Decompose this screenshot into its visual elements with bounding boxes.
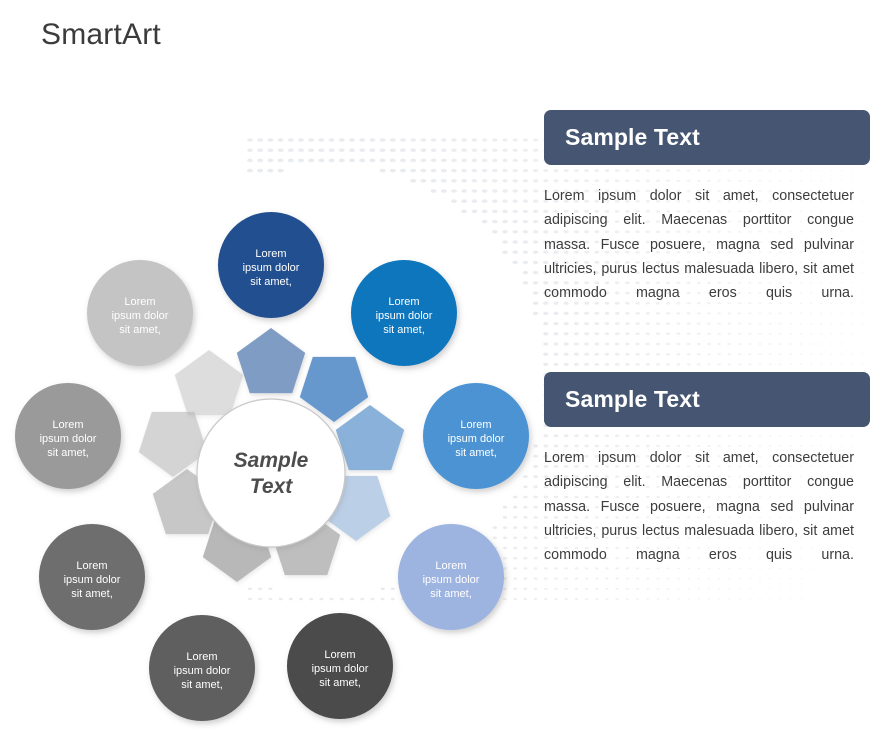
node-top[interactable]: Lorem ipsum dolor sit amet, <box>218 212 324 318</box>
node-right[interactable]: Lorem ipsum dolor sit amet, <box>423 383 529 489</box>
node-upper-left[interactable]: Lorem ipsum dolor sit amet, <box>87 260 193 366</box>
section-1-body-text: Lorem ipsum dolor sit amet, consectetuer… <box>544 188 854 302</box>
node-lower-right[interactable]: Lorem ipsum dolor sit amet, <box>398 524 504 630</box>
section-2-heading-text: Sample Text <box>565 386 700 412</box>
text-panel: Sample Text Lorem ipsum dolor sit amet, … <box>544 0 870 653</box>
center-node: Sample Text <box>196 398 346 548</box>
node-bottom-left[interactable]: Lorem ipsum dolor sit amet, <box>149 615 255 721</box>
section-1-heading-bar: Sample Text <box>544 110 870 165</box>
center-circle <box>196 398 346 548</box>
panel-section-2: Sample Text Lorem ipsum dolor sit amet, … <box>544 372 870 592</box>
node-bottom-right[interactable]: Lorem ipsum dolor sit amet, <box>287 613 393 719</box>
pentagon-1 <box>236 328 306 394</box>
node-upper-right[interactable]: Lorem ipsum dolor sit amet, <box>351 260 457 366</box>
panel-section-1: Sample Text Lorem ipsum dolor sit amet, … <box>544 110 870 330</box>
node-lower-left[interactable]: Lorem ipsum dolor sit amet, <box>39 524 145 630</box>
pentagon-3 <box>335 405 405 471</box>
section-1-heading-text: Sample Text <box>565 124 700 150</box>
section-2-body-text: Lorem ipsum dolor sit amet, consectetuer… <box>544 450 854 564</box>
smartart-radial-diagram: Sample Text Lorem ipsum dolor sit amet, Lore… <box>0 96 540 721</box>
node-left[interactable]: Lorem ipsum dolor sit amet, <box>15 383 121 489</box>
pentagon-9 <box>174 350 244 416</box>
section-2-heading-bar: Sample Text <box>544 372 870 427</box>
page-title: SmartArt <box>41 18 161 51</box>
